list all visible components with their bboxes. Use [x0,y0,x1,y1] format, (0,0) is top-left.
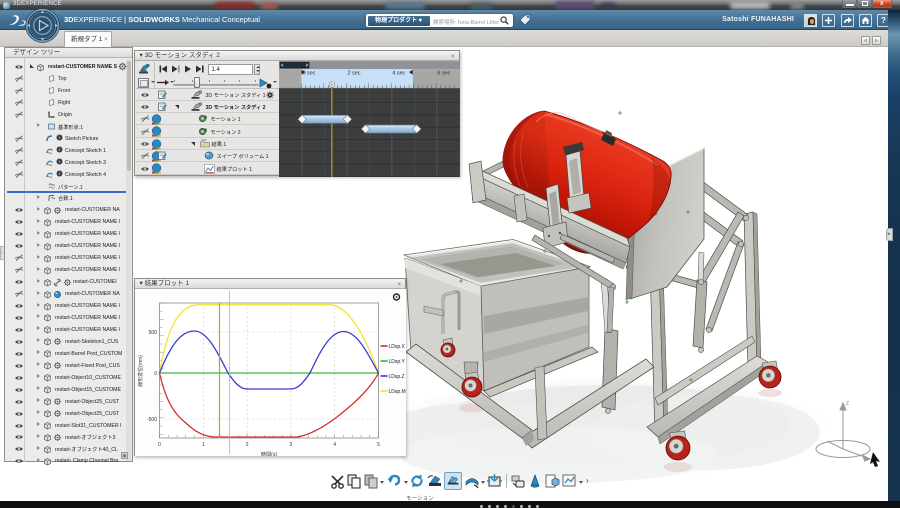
svg-text:2 sec: 2 sec [347,71,360,77]
svg-text:LDsp.Z: LDsp.Z [388,374,404,380]
svg-text:時間(s): 時間(s) [260,451,277,456]
svg-text:0: 0 [154,371,157,377]
svg-text:2: 2 [245,442,248,448]
svg-text:線形変位(mm): 線形変位(mm) [137,355,144,387]
svg-text:0 sec: 0 sec [303,71,316,77]
svg-text:i: i [59,171,60,176]
svg-text:6 sec: 6 sec [437,71,450,77]
svg-text:5: 5 [377,442,380,448]
svg-text:LDsp.X: LDsp.X [388,344,405,350]
svg-text:500: 500 [148,330,157,336]
svg-text:Z: Z [846,401,849,407]
svg-text:LDsp.M: LDsp.M [388,389,405,395]
svg-text:i: i [59,147,60,152]
svg-text:0: 0 [158,442,161,448]
svg-text:3: 3 [289,442,292,448]
svg-text:LDsp.Y: LDsp.Y [388,359,405,365]
svg-text:4: 4 [333,442,336,448]
svg-text:-500: -500 [146,417,156,423]
svg-text:1: 1 [201,442,204,448]
svg-text:i: i [59,135,60,140]
svg-text:i: i [59,159,60,164]
svg-text:4 sec: 4 sec [392,71,405,77]
